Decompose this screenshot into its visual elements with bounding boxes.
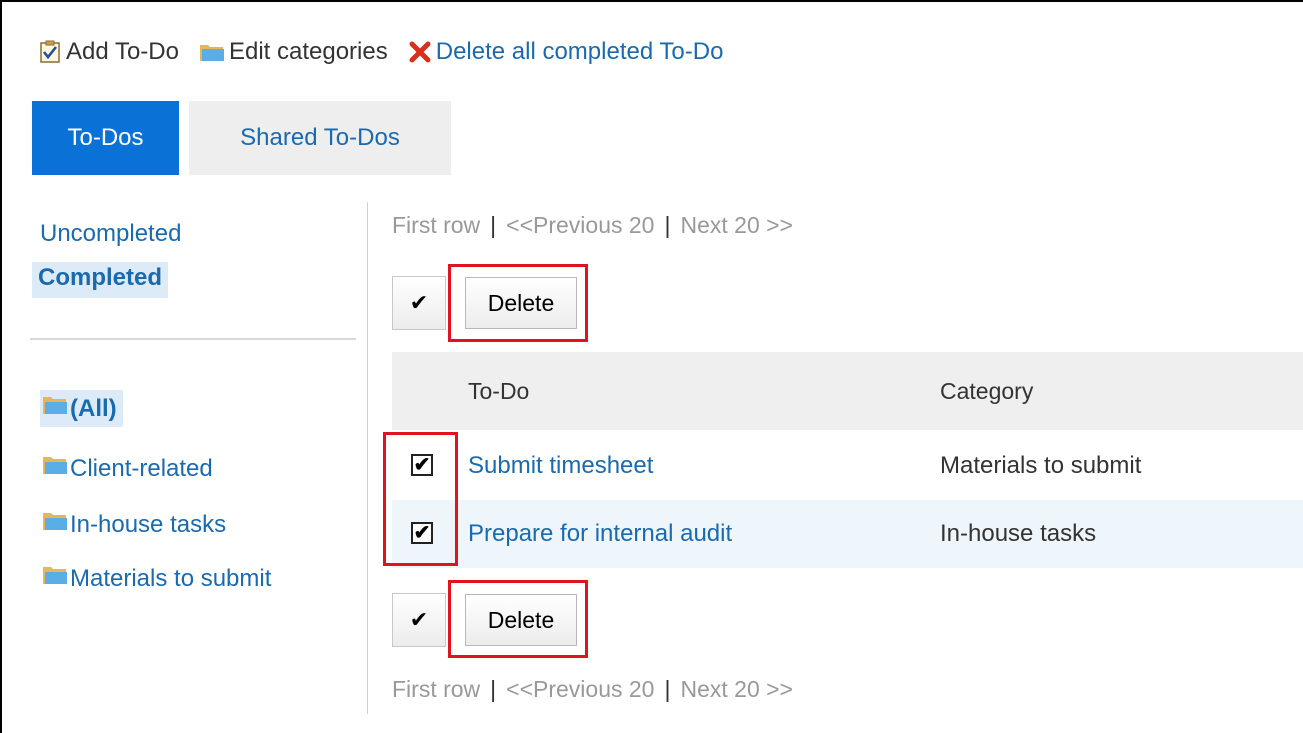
add-todo-label: Add To-Do bbox=[66, 38, 179, 65]
column-header-category: Category bbox=[940, 378, 1034, 404]
column-header-todo: To-Do bbox=[468, 378, 530, 404]
pager-separator: | bbox=[664, 676, 671, 702]
category-client-related[interactable]: Client-related bbox=[42, 454, 213, 483]
folder-icon bbox=[42, 394, 68, 423]
folder-icon bbox=[42, 510, 68, 539]
row-checkbox[interactable]: ✔ bbox=[411, 454, 433, 476]
pager-separator: | bbox=[664, 212, 671, 238]
toolbar: Add To-Do Edit categories Delete all com… bbox=[38, 36, 743, 68]
category-label: Materials to submit bbox=[70, 564, 272, 592]
table-row: ✔ Submit timesheet Materials to submit bbox=[392, 432, 1303, 500]
edit-categories-button[interactable]: Edit categories bbox=[199, 38, 388, 66]
first-row-link[interactable]: First row bbox=[392, 212, 480, 238]
pagination-top: First row | <<Previous 20 | Next 20 >> bbox=[392, 212, 793, 239]
content-divider bbox=[367, 202, 368, 714]
red-x-icon bbox=[408, 40, 432, 64]
edit-categories-label: Edit categories bbox=[228, 38, 388, 65]
tab-shared-todos[interactable]: Shared To-Dos bbox=[189, 101, 451, 175]
sidebar-item-uncompleted[interactable]: Uncompleted bbox=[40, 220, 181, 248]
folder-icon bbox=[42, 564, 68, 593]
todo-category: Materials to submit bbox=[940, 452, 1142, 479]
check-all-button[interactable]: ✔ bbox=[392, 593, 446, 647]
delete-button[interactable]: Delete bbox=[465, 277, 577, 329]
todo-title-link[interactable]: Submit timesheet bbox=[468, 452, 653, 480]
category-all[interactable]: (All) bbox=[40, 390, 123, 427]
tab-bar: To-Dos Shared To-Dos bbox=[32, 101, 451, 175]
delete-button[interactable]: Delete bbox=[465, 594, 577, 646]
category-in-house-tasks[interactable]: In-house tasks bbox=[42, 510, 226, 539]
pager-separator: | bbox=[490, 676, 497, 702]
pager-separator: | bbox=[490, 212, 497, 238]
folder-icon bbox=[42, 454, 68, 483]
row-checkbox[interactable]: ✔ bbox=[411, 522, 433, 544]
sidebar-divider bbox=[30, 338, 356, 340]
check-all-button[interactable]: ✔ bbox=[392, 276, 446, 330]
add-todo-button[interactable]: Add To-Do bbox=[38, 38, 179, 66]
checkbox-clipboard-icon bbox=[38, 40, 62, 64]
sidebar-item-completed[interactable]: Completed bbox=[32, 262, 169, 298]
previous-page-link[interactable]: <<Previous 20 bbox=[506, 212, 654, 238]
todo-title-link[interactable]: Prepare for internal audit bbox=[468, 520, 732, 548]
category-label: Client-related bbox=[70, 454, 213, 482]
table-row: ✔ Prepare for internal audit In-house ta… bbox=[392, 500, 1303, 568]
next-page-link[interactable]: Next 20 >> bbox=[680, 212, 793, 238]
folder-icon bbox=[199, 40, 225, 64]
next-page-link[interactable]: Next 20 >> bbox=[680, 676, 793, 702]
previous-page-link[interactable]: <<Previous 20 bbox=[506, 676, 654, 702]
delete-all-completed-button[interactable]: Delete all completed To-Do bbox=[408, 38, 724, 66]
tab-todos[interactable]: To-Dos bbox=[32, 101, 179, 175]
delete-all-completed-label: Delete all completed To-Do bbox=[435, 38, 724, 65]
pagination-bottom: First row | <<Previous 20 | Next 20 >> bbox=[392, 676, 793, 703]
category-label: (All) bbox=[70, 394, 117, 422]
category-label: In-house tasks bbox=[70, 510, 227, 538]
todo-category: In-house tasks bbox=[940, 520, 1097, 547]
table-header: To-Do Category bbox=[392, 352, 1303, 430]
first-row-link[interactable]: First row bbox=[392, 676, 480, 702]
category-materials-to-submit[interactable]: Materials to submit bbox=[42, 564, 271, 593]
